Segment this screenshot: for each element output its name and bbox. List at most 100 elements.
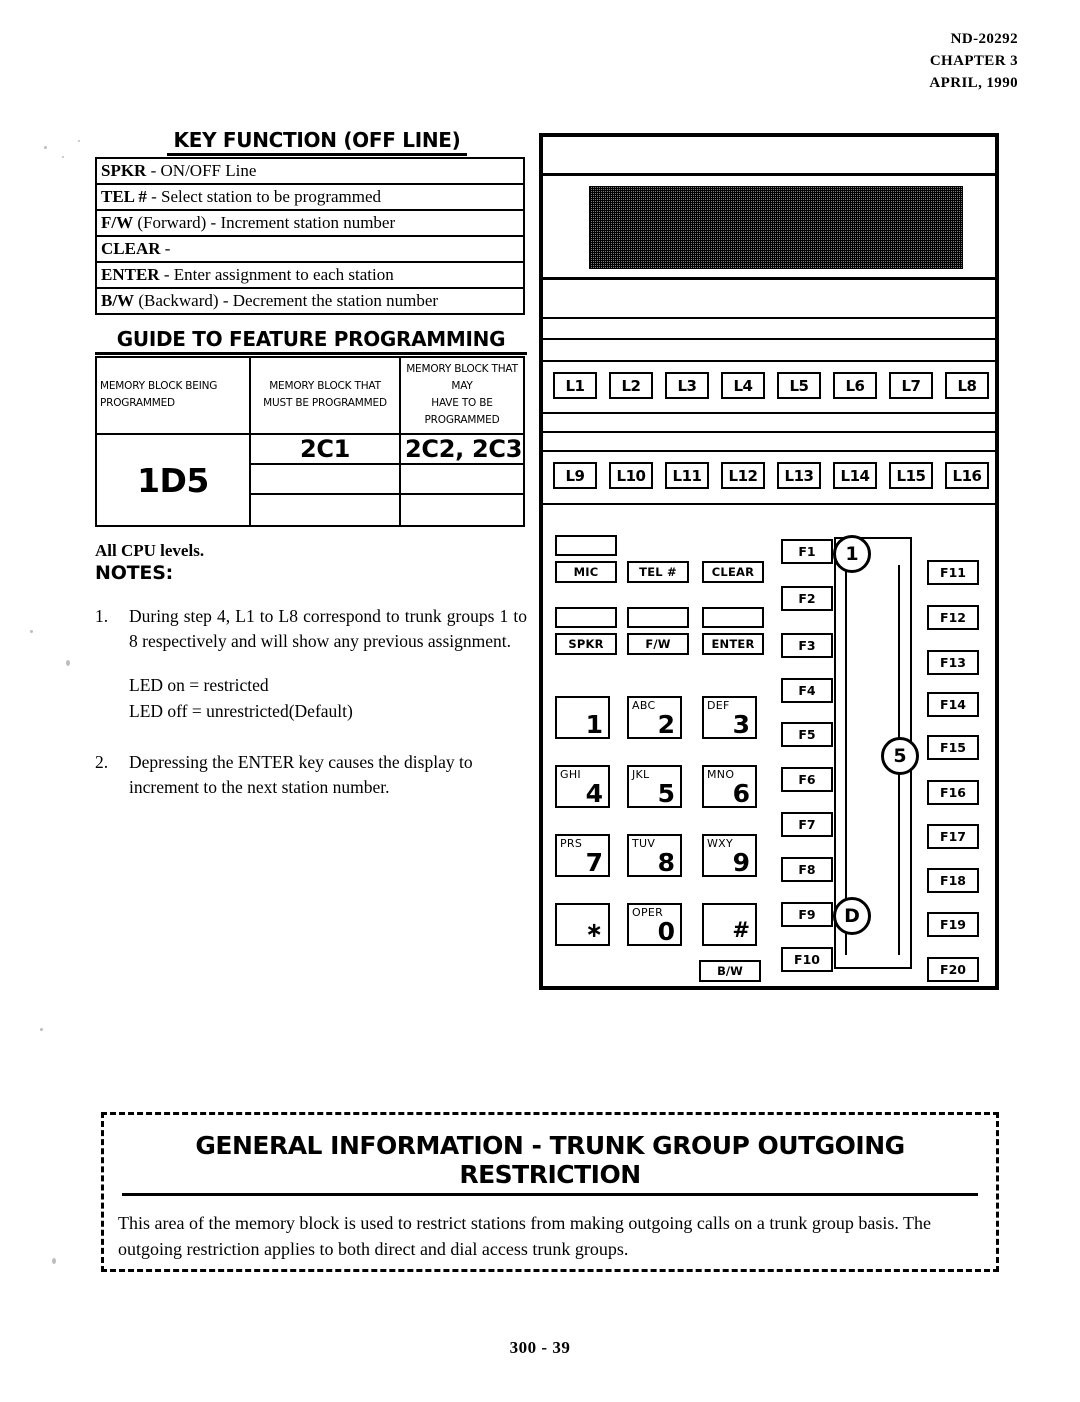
function-key-f17[interactable]: F17 — [927, 824, 979, 849]
forward-key-label[interactable]: F/W — [627, 633, 689, 655]
key-paren: (Forward) — [133, 213, 207, 232]
mic-key-label[interactable]: MIC — [555, 561, 617, 583]
dial-key-9[interactable]: WXY 9 — [702, 834, 757, 877]
key-label: SPKR — [101, 161, 147, 180]
table-header-row: MEMORY BLOCK BEING PROGRAMMED MEMORY BLO… — [95, 356, 525, 435]
tel-number-key[interactable]: TEL # — [627, 535, 689, 583]
line-key-l1[interactable]: L1 — [553, 372, 597, 399]
phone-divider-line — [543, 503, 995, 505]
line-key-l7[interactable]: L7 — [889, 372, 933, 399]
line-key-l3[interactable]: L3 — [665, 372, 709, 399]
dial-key-4[interactable]: GHI 4 — [555, 765, 610, 808]
notes-label: NOTES: — [95, 562, 174, 584]
spkr-key-label[interactable]: SPKR — [555, 633, 617, 655]
function-key-f3[interactable]: F3 — [781, 633, 833, 658]
function-key-f13[interactable]: F13 — [927, 650, 979, 675]
dial-key-6[interactable]: MNO 6 — [702, 765, 757, 808]
callout-marker-5: 5 — [881, 737, 919, 775]
function-key-f6[interactable]: F6 — [781, 767, 833, 792]
function-key-f19[interactable]: F19 — [927, 912, 979, 937]
dial-key-8[interactable]: TUV 8 — [627, 834, 682, 877]
key-label: F/W — [101, 213, 134, 232]
document-chapter: CHAPTER 3 — [929, 53, 1018, 69]
function-key-f7[interactable]: F7 — [781, 812, 833, 837]
dial-key-0[interactable]: OPER 0 — [627, 903, 682, 946]
function-key-f5[interactable]: F5 — [781, 722, 833, 747]
dial-key-star[interactable]: ∗ — [555, 903, 610, 946]
dial-key-1[interactable]: 1 — [555, 696, 610, 739]
function-key-f20[interactable]: F20 — [927, 957, 979, 982]
line-key-l16[interactable]: L16 — [945, 462, 989, 489]
notes-section: All CPU levels. NOTES: 1. During step 4,… — [95, 541, 527, 800]
function-key-f14[interactable]: F14 — [927, 692, 979, 717]
may-have-to-be-programmed-stack: 2C2, 2C3 — [401, 435, 523, 525]
table-row: TEL # - Select station to be programmed — [95, 183, 525, 211]
phone-divider-line — [543, 360, 995, 362]
note-number: 1. — [95, 606, 109, 626]
tel-number-key-label[interactable]: TEL # — [627, 561, 689, 583]
must-be-programmed-value: 2C1 — [251, 435, 399, 465]
general-information-title: GENERAL INFORMATION - TRUNK GROUP OUTGOI… — [122, 1131, 978, 1196]
spkr-key[interactable]: SPKR — [555, 607, 617, 655]
line-key-l4[interactable]: L4 — [721, 372, 765, 399]
function-key-f8[interactable]: F8 — [781, 857, 833, 882]
line-key-l8[interactable]: L8 — [945, 372, 989, 399]
key-function-table: SPKR - ON/OFF Line TEL # - Select statio… — [95, 157, 525, 315]
line-key-l12[interactable]: L12 — [721, 462, 765, 489]
led-off-line: LED off = unrestricted(Default) — [129, 701, 353, 721]
enter-key-label[interactable]: ENTER — [702, 633, 764, 655]
header-line: MUST BE PROGRAMMED — [263, 397, 387, 409]
clear-key[interactable]: CLEAR — [702, 535, 764, 583]
document-id: ND-20292 — [950, 31, 1018, 47]
function-key-f2[interactable]: F2 — [781, 586, 833, 611]
key-label: CLEAR — [101, 239, 161, 258]
function-key-f1[interactable]: F1 — [781, 539, 833, 564]
must-be-programmed-stack: 2C1 — [251, 435, 399, 525]
dial-key-7[interactable]: PRS 7 — [555, 834, 610, 877]
document-date: APRIL, 1990 — [929, 75, 1018, 91]
dial-key-digit: 8 — [657, 848, 675, 877]
line-key-l15[interactable]: L15 — [889, 462, 933, 489]
dial-key-5[interactable]: JKL 5 — [627, 765, 682, 808]
clear-key-label[interactable]: CLEAR — [702, 561, 764, 583]
key-description: Enter assignment to each station — [173, 265, 394, 284]
document-header: ND-20292 CHAPTER 3 APRIL, 1990 — [929, 28, 1018, 94]
table-row: B/W (Backward) - Decrement the station n… — [95, 287, 525, 315]
function-key-f15[interactable]: F15 — [927, 735, 979, 760]
scan-artifact — [44, 146, 47, 149]
general-information-box: GENERAL INFORMATION - TRUNK GROUP OUTGOI… — [101, 1112, 999, 1272]
forward-key[interactable]: F/W — [627, 607, 689, 655]
led-on-line: LED on = restricted — [129, 675, 269, 695]
line-key-l5[interactable]: L5 — [777, 372, 821, 399]
line-key-l6[interactable]: L6 — [833, 372, 877, 399]
dial-key-digit: 4 — [585, 779, 603, 808]
dial-key-digit: 0 — [657, 917, 675, 946]
line-key-l11[interactable]: L11 — [665, 462, 709, 489]
callout-marker-1: 1 — [833, 535, 871, 573]
key-separator: - — [218, 291, 233, 310]
line-key-l2[interactable]: L2 — [609, 372, 653, 399]
function-key-f9[interactable]: F9 — [781, 902, 833, 927]
note-text: Depressing the ENTER key causes the disp… — [129, 752, 473, 797]
line-key-l13[interactable]: L13 — [777, 462, 821, 489]
dial-key-2[interactable]: ABC 2 — [627, 696, 682, 739]
function-key-f18[interactable]: F18 — [927, 868, 979, 893]
line-key-l10[interactable]: L10 — [609, 462, 653, 489]
function-key-f10[interactable]: F10 — [781, 947, 833, 972]
spkr-led-indicator — [555, 607, 617, 628]
line-key-l9[interactable]: L9 — [553, 462, 597, 489]
function-key-f12[interactable]: F12 — [927, 605, 979, 630]
dial-key-3[interactable]: DEF 3 — [702, 696, 757, 739]
telephone-diagram: L1 L2 L3 L4 L5 L6 L7 L8 L9 L10 L11 L12 L… — [539, 133, 999, 990]
function-key-f4[interactable]: F4 — [781, 678, 833, 703]
function-key-f16[interactable]: F16 — [927, 780, 979, 805]
backward-key[interactable]: B/W — [699, 960, 761, 982]
enter-key[interactable]: ENTER — [702, 607, 764, 655]
function-key-f11[interactable]: F11 — [927, 560, 979, 585]
key-description: ON/OFF Line — [160, 161, 257, 180]
dial-key-hash[interactable]: # — [702, 903, 757, 946]
line-key-l14[interactable]: L14 — [833, 462, 877, 489]
guide-title: GUIDE TO FEATURE PROGRAMMING — [95, 327, 527, 355]
header-line: HAVE TO BE PROGRAMMED — [424, 397, 500, 426]
mic-key[interactable]: MIC — [555, 535, 617, 583]
